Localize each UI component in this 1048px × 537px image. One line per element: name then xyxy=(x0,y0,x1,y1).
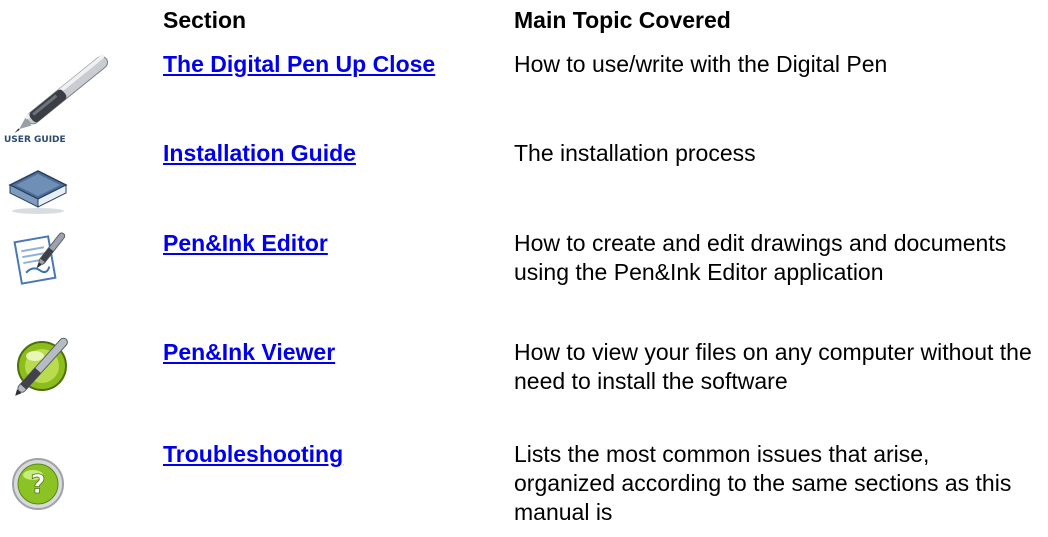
row-description: How to view your files on any computer w… xyxy=(514,339,1032,394)
section-link-installation-guide[interactable]: Installation Guide xyxy=(163,139,463,168)
section-link-pen-ink-viewer[interactable]: Pen&Ink Viewer xyxy=(163,338,463,367)
section-link-troubleshooting[interactable]: Troubleshooting xyxy=(163,440,463,469)
user-guide-icon-label: USER GUIDE xyxy=(4,135,66,145)
question-mark-glyph: ? xyxy=(30,470,45,500)
row-description: Lists the most common issues that arise,… xyxy=(514,441,1012,525)
question-mark-icon: ? xyxy=(0,436,80,526)
section-link-pen-ink-editor[interactable]: Pen&Ink Editor xyxy=(163,229,463,258)
digital-pen-icon xyxy=(0,46,109,136)
row-description: The installation process xyxy=(514,140,756,166)
user-guide-book-icon: USER GUIDE xyxy=(0,135,80,225)
pen-editor-document-icon xyxy=(0,225,80,315)
row-description: How to use/write with the Digital Pen xyxy=(514,51,888,77)
section-link-digital-pen[interactable]: The Digital Pen Up Close xyxy=(163,50,463,79)
topic-column-header: Main Topic Covered xyxy=(514,7,731,33)
section-column-header: Section xyxy=(163,7,247,33)
row-description: How to create and edit drawings and docu… xyxy=(514,230,1007,285)
pen-viewer-circle-icon xyxy=(0,334,80,424)
